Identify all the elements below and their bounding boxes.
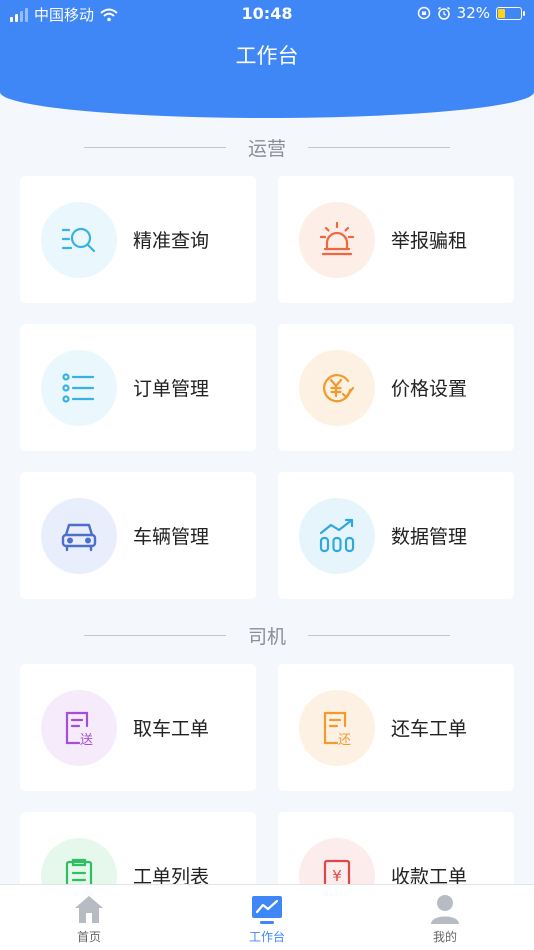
- alarm-icon: [299, 201, 375, 278]
- menu-item-label: 车辆管理: [133, 526, 210, 548]
- menu-item-return-order[interactable]: 还 还车工单: [278, 664, 514, 791]
- section-title-driver: 司机: [0, 622, 534, 649]
- badge-send: 送: [80, 733, 93, 748]
- divider: [308, 635, 450, 636]
- tab-label: 工作台: [248, 930, 285, 944]
- page-title: 工作台: [235, 44, 299, 68]
- tab-bar: 首页 工作台 我的: [0, 884, 534, 950]
- search-list-icon: [41, 201, 117, 278]
- tab-label: 首页: [76, 930, 101, 944]
- chart-icon: [299, 497, 375, 574]
- menu-item-report-fraud[interactable]: 举报骗租: [278, 176, 514, 303]
- battery-icon: [496, 6, 525, 20]
- car-icon: [41, 497, 117, 574]
- menu-item-label: 精准查询: [133, 230, 210, 252]
- menu-item-label: 取车工单: [133, 718, 210, 740]
- tab-profile[interactable]: 我的: [356, 885, 534, 950]
- menu-item-label: 举报骗租: [391, 230, 468, 252]
- tab-workbench[interactable]: 工作台: [178, 885, 356, 950]
- orientation-lock-icon: [417, 6, 430, 20]
- tab-label: 我的: [432, 930, 457, 944]
- workbench-icon: [252, 896, 282, 924]
- menu-item-precise-query[interactable]: 精准查询: [20, 176, 256, 303]
- battery-percent: 32%: [456, 4, 490, 22]
- menu-item-label: 订单管理: [133, 378, 210, 400]
- profile-icon: [431, 895, 459, 924]
- menu-item-pickup-order[interactable]: 送 取车工单: [20, 664, 256, 791]
- divider: [83, 147, 226, 148]
- divider: [83, 635, 226, 636]
- tab-home[interactable]: 首页: [0, 885, 178, 950]
- section-title-operations: 运营: [0, 134, 534, 161]
- return-doc-icon: 还: [299, 689, 375, 766]
- status-bar: 中国移动 10:48 32%: [0, 0, 534, 28]
- menu-item-order-management[interactable]: 订单管理: [20, 324, 256, 451]
- menu-item-label: 还车工单: [391, 718, 468, 740]
- menu-item-label: 数据管理: [391, 526, 468, 548]
- badge-return: 还: [338, 733, 351, 748]
- menu-item-data-management[interactable]: 数据管理: [278, 472, 514, 599]
- divider: [308, 147, 450, 148]
- pickup-doc-icon: 送: [41, 689, 117, 766]
- menu-item-price-settings[interactable]: 价格设置: [278, 324, 514, 451]
- yuan-price-icon: [299, 349, 375, 426]
- home-icon: [75, 896, 103, 923]
- menu-item-label: 价格设置: [391, 378, 468, 400]
- badge-yuan: ¥: [332, 867, 342, 885]
- list-icon: [41, 349, 117, 426]
- alarm-clock-icon: [437, 6, 450, 20]
- menu-item-vehicle-management[interactable]: 车辆管理: [20, 472, 256, 599]
